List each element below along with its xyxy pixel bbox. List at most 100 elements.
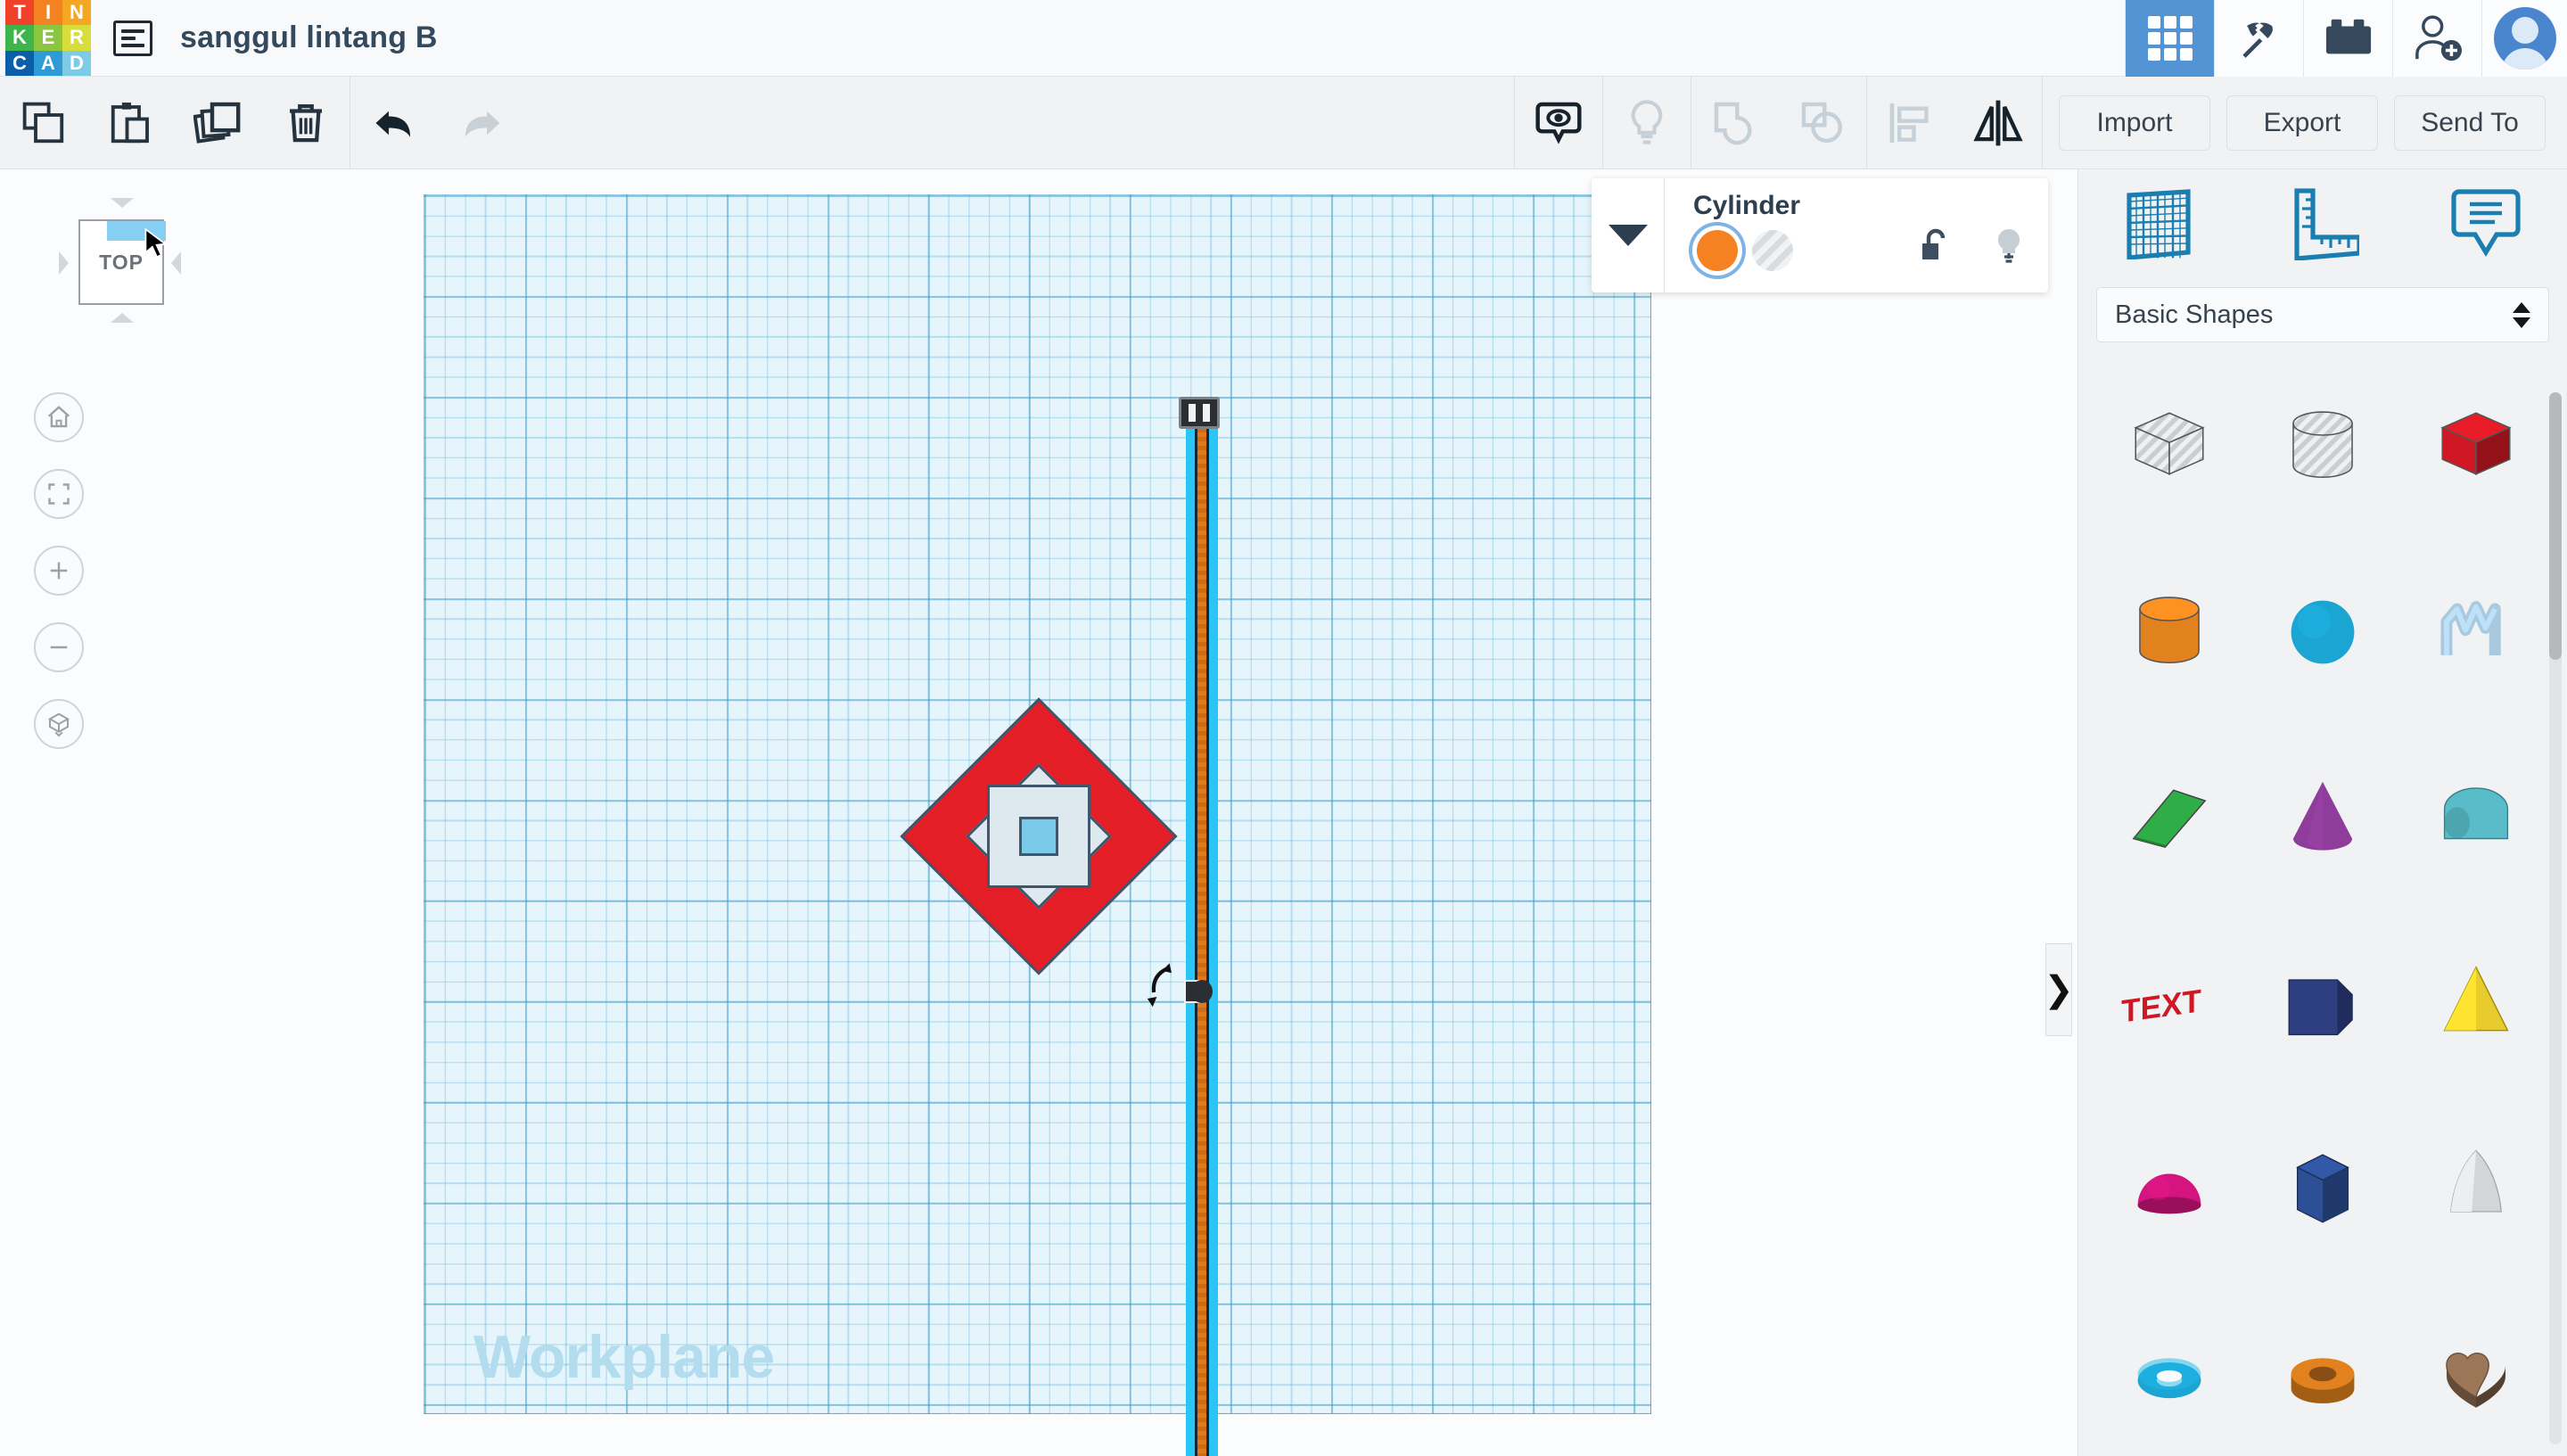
lightbulb-icon (1631, 99, 1663, 144)
apps-grid-button[interactable] (2125, 0, 2214, 77)
logo-tile-e: E (34, 25, 62, 51)
workplane-label: Workplane (473, 1323, 775, 1391)
align-icon (1889, 103, 1929, 143)
solid-color-swatch[interactable] (1697, 230, 1738, 271)
ruler-icon (2294, 188, 2359, 260)
viewcube-arrow-left[interactable] (59, 251, 69, 275)
shape-item-cone[interactable] (2246, 733, 2399, 902)
avatar-button[interactable] (2481, 0, 2567, 77)
undo-button[interactable] (350, 77, 438, 169)
shape-category-select[interactable]: Basic Shapes (2096, 287, 2549, 342)
viewcube[interactable]: TOP (39, 194, 200, 355)
unlock-icon[interactable] (1916, 227, 1955, 267)
panel-collapse-button[interactable] (1592, 178, 1665, 292)
view-nav-buttons (34, 392, 84, 776)
shape-item-hex-prism[interactable] (2246, 1104, 2399, 1273)
paste-button[interactable] (87, 77, 175, 169)
lightbulb-icon[interactable] (1991, 226, 2027, 267)
hide-button[interactable] (1603, 77, 1691, 169)
ortho-perspective-button[interactable] (34, 699, 84, 749)
zoom-in-button[interactable] (34, 546, 84, 596)
redo-button[interactable] (438, 77, 525, 169)
ungroup-shapes-icon (1801, 102, 1843, 143)
ungroup-button[interactable] (1779, 77, 1866, 169)
menu-button[interactable] (105, 0, 160, 77)
shape-category-value: Basic Shapes (2115, 300, 2274, 329)
minecraft-button[interactable] (2214, 0, 2303, 77)
svg-text:TEXT: TEXT (2121, 983, 2201, 1030)
send-to-button[interactable]: Send To (2394, 95, 2546, 151)
mouse-cursor (144, 228, 168, 259)
avatar (2493, 6, 2556, 70)
shape-item-roof[interactable] (2093, 733, 2246, 902)
chevron-down-icon (1608, 225, 1648, 246)
invite-button[interactable] (2392, 0, 2481, 77)
hole-swatch[interactable] (1752, 230, 1793, 271)
shape-item-sphere[interactable] (2246, 547, 2399, 717)
shape-item-half-sphere[interactable] (2093, 1104, 2246, 1273)
workplane-grid-icon (2127, 189, 2191, 259)
panel-icon-group (1916, 226, 2027, 267)
group-button[interactable] (1691, 77, 1779, 169)
viewcube-arrow-up[interactable] (111, 198, 134, 208)
viewcube-arrow-down[interactable] (111, 313, 134, 323)
fit-frame-icon (48, 483, 70, 505)
shape-item-box-hole[interactable] (2093, 362, 2246, 531)
shape-item-heart[interactable] (2399, 1289, 2553, 1414)
ruler-tool-button[interactable] (2242, 169, 2405, 276)
duplicate-icon (193, 102, 241, 144)
eye-marker-icon (1535, 102, 1582, 144)
shape-item-cylinder-hole[interactable] (2246, 362, 2399, 531)
blocks-button[interactable] (2303, 0, 2392, 77)
shape-item-paraboloid[interactable] (2399, 1104, 2553, 1273)
zoom-out-button[interactable] (34, 622, 84, 672)
duplicate-button[interactable] (175, 77, 262, 169)
resize-handle-side[interactable] (1179, 976, 1213, 1007)
top-bar: TIN KER CAD sanggul lintang B (0, 0, 2567, 77)
show-all-button[interactable] (1515, 77, 1602, 169)
shape-properties-panel: Cylinder (1592, 178, 2048, 292)
redo-arrow-icon (465, 111, 500, 137)
shape-item-box[interactable] (2399, 362, 2553, 531)
hamburger-list-icon (113, 20, 152, 56)
canvas-area[interactable]: Workplane ❯ (0, 169, 2077, 1456)
shape-item-cylinder[interactable] (2093, 547, 2246, 717)
plus-icon (50, 562, 68, 580)
sidebar-collapse-tab[interactable]: ❯ (2044, 943, 2074, 1036)
logo-tile-t: T (5, 0, 34, 26)
notes-tool-button[interactable] (2404, 169, 2567, 276)
minus-icon (50, 646, 68, 649)
resize-handle-top[interactable] (1179, 397, 1220, 429)
viewcube-arrow-right[interactable] (171, 251, 181, 275)
sidebar-scrollbar-thumb[interactable] (2549, 392, 2562, 660)
logo-tile-k: K (5, 25, 34, 51)
rotate-handle[interactable] (1143, 961, 1179, 1009)
copy-button[interactable] (0, 77, 87, 169)
mirror-button[interactable] (1954, 77, 2042, 169)
export-button[interactable]: Export (2226, 95, 2378, 151)
import-button[interactable]: Import (2059, 95, 2210, 151)
shape-item-text[interactable]: TEXT (2093, 918, 2246, 1088)
fit-to-view-button[interactable] (34, 469, 84, 519)
workplane-tool-button[interactable] (2078, 169, 2242, 276)
tinkercad-logo[interactable]: TIN KER CAD (5, 0, 91, 77)
star-hole (965, 762, 1113, 910)
shape-item-pyramid[interactable] (2399, 918, 2553, 1088)
shape-item-round-roof[interactable] (2399, 733, 2553, 902)
top-right-actions (2125, 0, 2567, 77)
grid-3x3-icon (2147, 15, 2193, 61)
trash-icon (290, 103, 322, 142)
align-button[interactable] (1867, 77, 1954, 169)
sidebar-tool-icons (2078, 169, 2567, 276)
toolbar-divider (2042, 76, 2043, 169)
viewcube-face-label: TOP (99, 250, 144, 274)
shape-item-torus[interactable] (2093, 1289, 2246, 1414)
delete-button[interactable] (262, 77, 350, 169)
shape-selected-cylinder[interactable] (1179, 397, 1220, 1456)
shape-item-polygon[interactable] (2246, 918, 2399, 1088)
shape-item-scribble[interactable] (2399, 547, 2553, 717)
lego-brick-icon (2325, 19, 2371, 53)
shape-item-tube[interactable] (2246, 1289, 2399, 1414)
home-view-button[interactable] (34, 392, 84, 442)
home-icon (47, 406, 70, 428)
